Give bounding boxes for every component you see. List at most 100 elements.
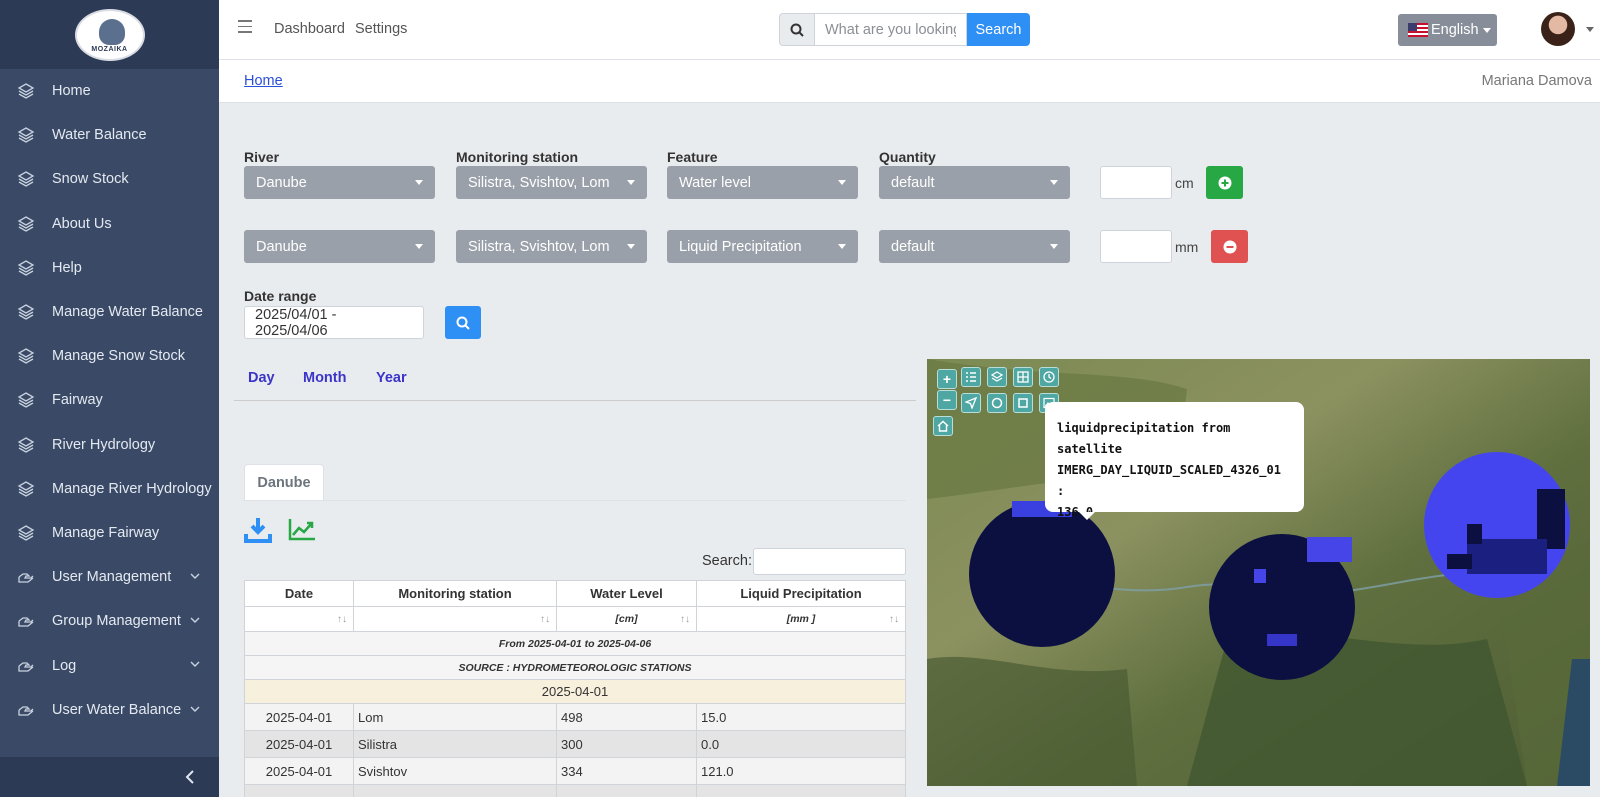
user-avatar[interactable] [1541, 12, 1575, 46]
cell-water-level: 334 [556, 757, 697, 785]
map-home-button[interactable] [933, 416, 953, 436]
sidebar: MOZAIKA Home Water Balance Snow Stock About… [0, 0, 219, 797]
circle-icon [991, 397, 1003, 409]
cell-date: 2025-04-01 [244, 757, 354, 785]
sidebar-item-user-management[interactable]: User Management [0, 555, 219, 599]
sidebar-item-snow-stock[interactable]: Snow Stock [0, 157, 219, 201]
search-button[interactable]: Search [967, 13, 1030, 46]
sidebar-item-fairway[interactable]: Fairway [0, 378, 219, 422]
select-value: Danube [256, 174, 307, 191]
breadcrumb-home[interactable]: Home [244, 73, 283, 89]
hand-icon [16, 611, 36, 631]
col-header-station[interactable]: Monitoring station [353, 580, 557, 607]
sidebar-item-manage-river-hydrology[interactable]: Manage River Hydrology [0, 467, 219, 511]
table-row [244, 784, 906, 797]
sidebar-item-water-balance[interactable]: Water Balance [0, 113, 219, 157]
nav-link-dashboard[interactable]: Dashboard [274, 21, 345, 37]
sidebar-item-manage-water-balance[interactable]: Manage Water Balance [0, 290, 219, 334]
avatar-caret-icon[interactable] [1586, 27, 1594, 32]
popup-line: satellite [1057, 442, 1123, 456]
sidebar-item-about-us[interactable]: About Us [0, 202, 219, 246]
time-button[interactable] [1039, 367, 1059, 387]
sidebar-item-help[interactable]: Help [0, 246, 219, 290]
layers-icon [16, 302, 36, 322]
select-value: default [891, 238, 935, 255]
sidebar-item-label: Manage River Hydrology [52, 480, 212, 497]
legend-button[interactable] [961, 367, 981, 387]
draw-circle-button[interactable] [987, 393, 1007, 413]
select-value: Danube [256, 238, 307, 255]
zoom-in-button[interactable]: + [937, 369, 957, 389]
col-header-water-level[interactable]: Water Level [556, 580, 697, 607]
date-range-label: Date range [244, 288, 317, 304]
layers-button[interactable] [987, 367, 1007, 387]
sidebar-collapse-button[interactable] [0, 757, 219, 797]
chart-button[interactable] [287, 515, 317, 545]
river-select-1[interactable]: Danube [244, 166, 435, 199]
layers-icon [16, 435, 36, 455]
period-month[interactable]: Month [303, 370, 346, 386]
date-range-input[interactable]: 2025/04/01 - 2025/04/06 [244, 306, 424, 339]
navigate-button[interactable] [961, 393, 981, 413]
sidebar-item-label: Manage Fairway [52, 524, 160, 541]
table-cell [244, 784, 354, 797]
sidebar-item-manage-fairway[interactable]: Manage Fairway [0, 511, 219, 555]
table-cell [696, 784, 906, 797]
select-value: default [891, 174, 935, 191]
sidebar-item-river-hydrology[interactable]: River Hydrology [0, 423, 219, 467]
station-select-2[interactable]: Silistra, Svishtov, Lom [456, 230, 647, 263]
table-cell [353, 784, 557, 797]
feature-select-2[interactable]: Liquid Precipitation [667, 230, 858, 263]
value-input-2[interactable] [1100, 230, 1172, 263]
apply-search-button[interactable] [445, 306, 481, 339]
caret-down-icon [627, 180, 635, 185]
sidebar-item-label: Manage Snow Stock [52, 348, 185, 365]
value-input-1[interactable] [1100, 166, 1172, 199]
sort-asc-icon: ↑↓ [337, 614, 347, 625]
draw-square-button[interactable] [1013, 393, 1033, 413]
nav-link-settings[interactable]: Settings [355, 21, 407, 37]
download-button[interactable] [243, 515, 273, 545]
period-day[interactable]: Day [248, 370, 275, 386]
chevron-down-icon [189, 570, 203, 584]
hand-icon [16, 700, 36, 720]
menu-toggle-icon[interactable] [238, 20, 252, 34]
tab-danube[interactable]: Danube [244, 464, 324, 501]
remove-row-button[interactable] [1211, 230, 1248, 263]
cell-water-level: 498 [556, 703, 697, 731]
search-input[interactable] [815, 13, 967, 46]
river-select-2[interactable]: Danube [244, 230, 435, 263]
sidebar-item-log[interactable]: Log [0, 643, 219, 687]
layers-icon [16, 214, 36, 234]
chevron-down-icon [189, 614, 203, 628]
layers-icon [16, 81, 36, 101]
sidebar-item-group-management[interactable]: Group Management [0, 599, 219, 643]
sidebar-item-label: Fairway [52, 392, 103, 409]
quantity-select-2[interactable]: default [879, 230, 1070, 263]
add-row-button[interactable] [1206, 166, 1243, 199]
popup-line: liquidprecipitation from [1057, 421, 1231, 435]
sidebar-item-user-water-balance[interactable]: User Water Balance [0, 688, 219, 732]
sort-water-level[interactable]: [cm] ↑↓ [556, 606, 697, 632]
language-dropdown[interactable]: English [1398, 14, 1497, 46]
map-view[interactable]: + − liquidprecipitation from satellite I… [927, 359, 1590, 786]
sidebar-item-manage-snow-stock[interactable]: Manage Snow Stock [0, 334, 219, 378]
mozaika-logo[interactable]: MOZAIKA [74, 8, 145, 61]
sort-station[interactable]: ↑↓ [353, 606, 557, 632]
table-search-input[interactable] [753, 548, 906, 575]
period-year[interactable]: Year [376, 370, 407, 386]
col-header-precipitation[interactable]: Liquid Precipitation [696, 580, 906, 607]
layers-icon [16, 258, 36, 278]
square-icon [1018, 398, 1028, 408]
sort-date[interactable]: ↑↓ [244, 606, 354, 632]
col-header-date[interactable]: Date [244, 580, 354, 607]
quantity-select-1[interactable]: default [879, 166, 1070, 199]
grid-button[interactable] [1013, 367, 1033, 387]
feature-select-1[interactable]: Water level [667, 166, 858, 199]
station-select-1[interactable]: Silistra, Svishtov, Lom [456, 166, 647, 199]
zoom-out-button[interactable]: − [937, 390, 957, 410]
sidebar-item-home[interactable]: Home [0, 69, 219, 113]
sort-precipitation[interactable]: [mm ] ↑↓ [696, 606, 906, 632]
caret-down-icon [1050, 180, 1058, 185]
layers-icon [16, 169, 36, 189]
